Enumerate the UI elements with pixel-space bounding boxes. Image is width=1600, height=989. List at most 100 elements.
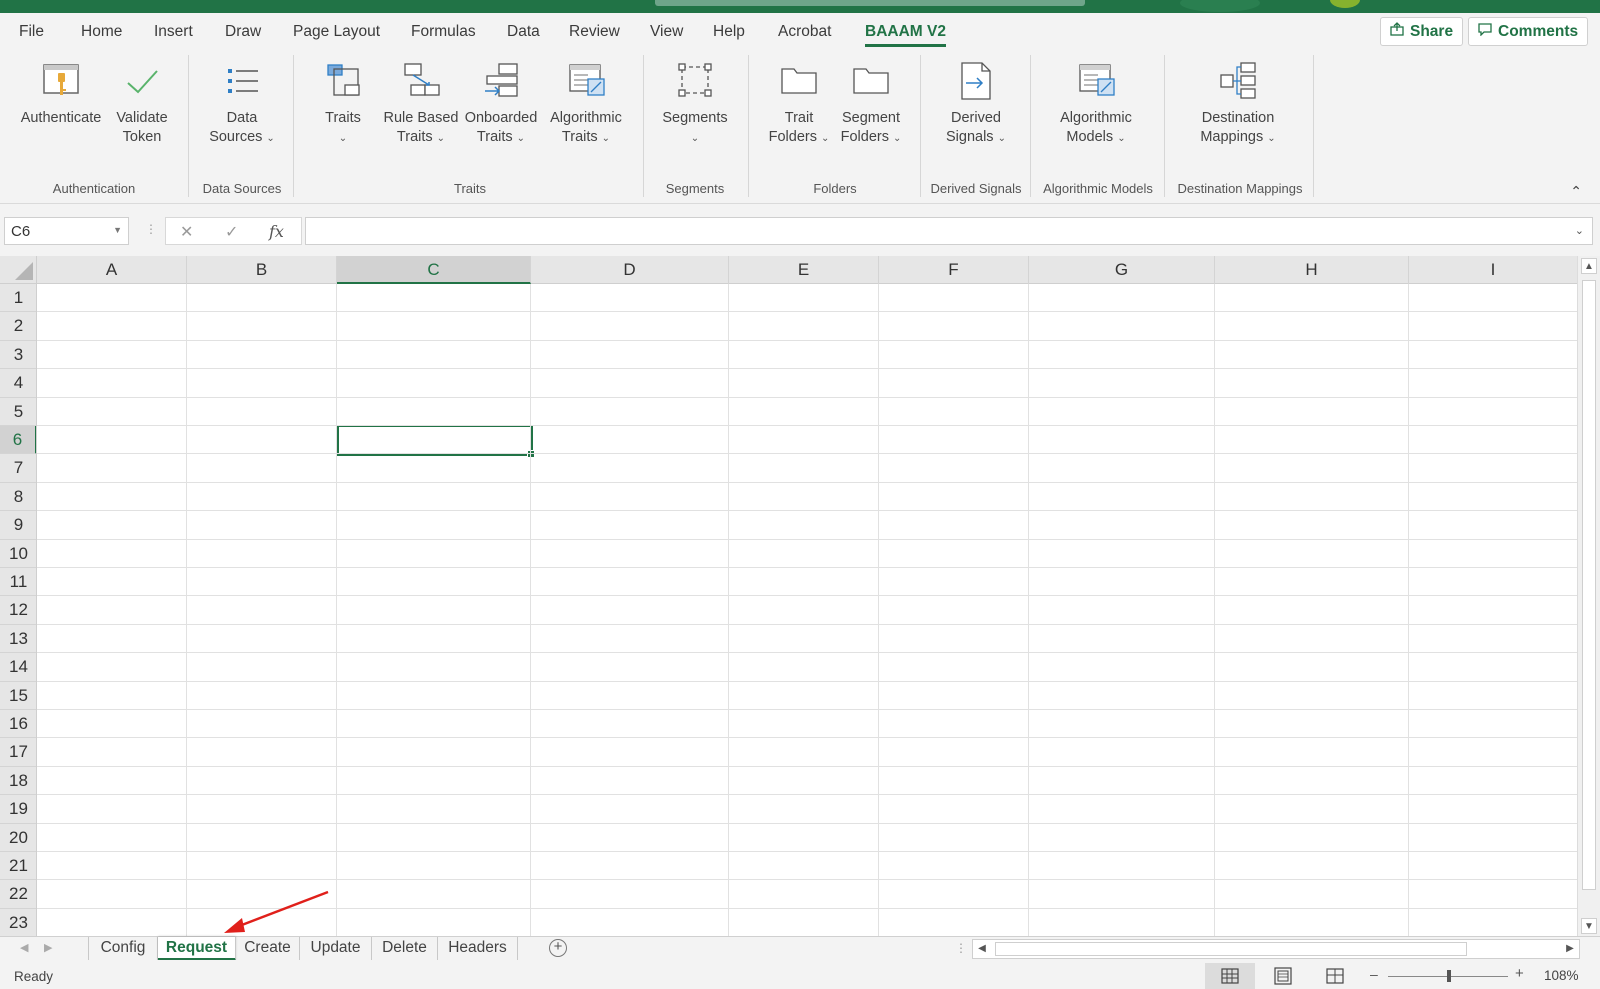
zoom-slider-thumb[interactable] [1447, 970, 1451, 982]
algorithmic-traits-button[interactable]: Algorithmic Traits ⌄ [544, 59, 628, 155]
row-header-18[interactable]: 18 [0, 767, 36, 796]
column-header-i[interactable]: I [1409, 256, 1577, 284]
row-header-9[interactable]: 9 [0, 511, 36, 540]
column-header-e[interactable]: E [729, 256, 879, 284]
cells-area[interactable] [37, 284, 1577, 936]
name-box[interactable]: C6 ▼ [4, 217, 129, 245]
row-header-19[interactable]: 19 [0, 795, 36, 824]
dropdown-arrow-icon[interactable]: ▼ [113, 225, 122, 235]
zoom-level[interactable]: 108% [1544, 968, 1579, 983]
column-header-c[interactable]: C [337, 256, 531, 284]
active-cell[interactable] [337, 425, 535, 458]
row-header-23[interactable]: 23 [0, 909, 36, 936]
row-header-1[interactable]: 1 [0, 284, 36, 313]
chevron-down-icon[interactable]: ⌄ [1575, 224, 1584, 237]
drag-handle-icon[interactable]: ⋮ [955, 941, 967, 955]
column-header-f[interactable]: F [879, 256, 1029, 284]
chevron-left-icon[interactable]: ◀ [20, 941, 28, 954]
tab-help[interactable]: Help [713, 23, 745, 41]
select-all-button[interactable] [0, 256, 37, 284]
tab-data[interactable]: Data [507, 23, 540, 41]
scroll-down-icon[interactable]: ▼ [1581, 918, 1597, 934]
chevron-right-icon[interactable]: ▶ [44, 941, 52, 954]
row-header-3[interactable]: 3 [0, 341, 36, 370]
row-header-21[interactable]: 21 [0, 852, 36, 881]
row-header-17[interactable]: 17 [0, 738, 36, 767]
scrollbar-thumb[interactable] [995, 942, 1467, 956]
traits-button[interactable]: Traits ⌄ [313, 59, 373, 155]
normal-view-button[interactable] [1205, 963, 1255, 989]
tab-file[interactable]: File [19, 23, 44, 41]
row-header-15[interactable]: 15 [0, 682, 36, 710]
scroll-right-icon[interactable]: ▶ [1561, 940, 1579, 958]
row-header-6[interactable]: 6 [0, 426, 36, 455]
tab-home[interactable]: Home [81, 23, 122, 41]
sheet-tab-request[interactable]: Request [158, 937, 236, 961]
segment-folders-button[interactable]: Segment Folders ⌄ [834, 59, 908, 155]
row-header-13[interactable]: 13 [0, 625, 36, 654]
algorithmic-models-button[interactable]: Algorithmic Models ⌄ [1054, 59, 1138, 155]
row-header-20[interactable]: 20 [0, 824, 36, 852]
page-layout-view-button[interactable] [1258, 963, 1308, 989]
folder-icon [849, 59, 893, 103]
row-header-10[interactable]: 10 [0, 540, 36, 568]
tab-draw[interactable]: Draw [225, 23, 261, 41]
row-header-7[interactable]: 7 [0, 454, 36, 483]
sheet-tab-config[interactable]: Config [88, 937, 158, 961]
row-header-14[interactable]: 14 [0, 653, 36, 682]
drag-handle-icon[interactable]: ⋮ [145, 222, 157, 236]
page-break-icon [1325, 968, 1345, 989]
sheet-tab-delete[interactable]: Delete [372, 937, 438, 961]
tab-formulas[interactable]: Formulas [411, 23, 476, 41]
onboarded-traits-button[interactable]: Onboarded Traits ⌄ [463, 59, 539, 155]
sheet-tab-update[interactable]: Update [300, 937, 372, 961]
zoom-out-icon[interactable]: – [1370, 966, 1378, 982]
data-sources-button[interactable]: Data Sources ⌄ [203, 59, 281, 155]
row-header-5[interactable]: 5 [0, 398, 36, 426]
insert-function-icon[interactable]: fx [269, 222, 284, 241]
row-header-12[interactable]: 12 [0, 596, 36, 625]
column-header-h[interactable]: H [1215, 256, 1409, 284]
column-header-a[interactable]: A [37, 256, 187, 284]
formula-input[interactable]: ⌄ [305, 217, 1593, 245]
tab-review[interactable]: Review [569, 23, 620, 41]
tab-view[interactable]: View [650, 23, 683, 41]
add-sheet-icon[interactable]: + [549, 939, 567, 957]
comments-button[interactable]: Comments [1468, 17, 1589, 46]
tab-acrobat[interactable]: Acrobat [778, 23, 831, 41]
share-button[interactable]: Share [1380, 17, 1464, 46]
scroll-up-icon[interactable]: ▲ [1581, 258, 1597, 274]
column-header-b[interactable]: B [187, 256, 337, 284]
row-header-16[interactable]: 16 [0, 710, 36, 739]
horizontal-scrollbar[interactable]: ◀ ▶ [972, 939, 1580, 959]
row-header-8[interactable]: 8 [0, 483, 36, 512]
collapse-ribbon-icon[interactable]: ⌃ [1570, 183, 1582, 200]
trait-folders-button[interactable]: Trait Folders ⌄ [763, 59, 835, 155]
tab-insert[interactable]: Insert [154, 23, 193, 41]
authenticate-button[interactable]: Authenticate [18, 59, 104, 155]
segments-button[interactable]: Segments ⌄ [657, 59, 733, 155]
tab-baaam-v2[interactable]: BAAAM V2 [865, 23, 946, 47]
row-header-2[interactable]: 2 [0, 312, 36, 341]
zoom-in-icon[interactable]: + [1515, 965, 1524, 982]
page-break-view-button[interactable] [1310, 963, 1360, 989]
search-box[interactable] [655, 0, 1085, 6]
sheet-tab-headers[interactable]: Headers [438, 937, 518, 961]
tab-page-layout[interactable]: Page Layout [293, 23, 380, 41]
destination-mappings-button[interactable]: Destination Mappings ⌄ [1193, 59, 1283, 155]
column-header-g[interactable]: G [1029, 256, 1215, 284]
row-header-22[interactable]: 22 [0, 880, 36, 909]
scroll-left-icon[interactable]: ◀ [973, 940, 991, 958]
scrollbar-thumb[interactable] [1582, 280, 1596, 890]
rule-based-traits-button[interactable]: Rule Based Traits ⌄ [379, 59, 463, 155]
vertical-scrollbar[interactable]: ▲ ▼ [1577, 256, 1600, 936]
destination-mappings-label-1: Destination [1201, 110, 1275, 126]
row-header-4[interactable]: 4 [0, 369, 36, 398]
derived-signals-button[interactable]: Derived Signals ⌄ [934, 59, 1018, 155]
sheet-tab-create[interactable]: Create [236, 937, 300, 961]
validate-token-button[interactable]: Validate Token [112, 59, 172, 155]
close-icon[interactable]: ✕ [180, 222, 193, 242]
row-header-11[interactable]: 11 [0, 568, 36, 597]
check-icon[interactable]: ✓ [225, 222, 238, 242]
column-header-d[interactable]: D [531, 256, 729, 284]
